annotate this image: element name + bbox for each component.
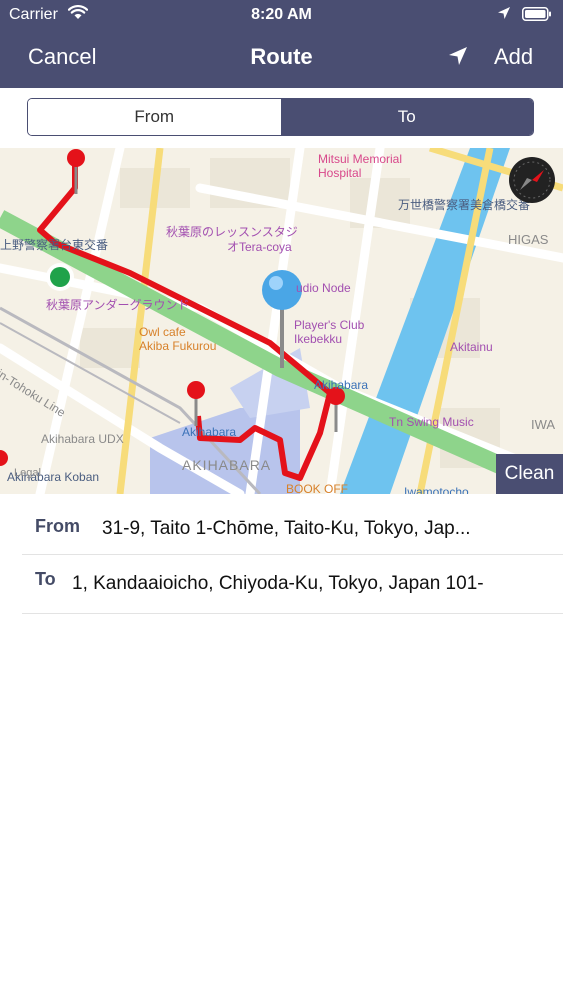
map-label-iwamotocho: Iwamotocho — [404, 485, 469, 494]
compass-icon[interactable] — [508, 156, 556, 204]
map-label-higashi: HIGAS — [508, 232, 549, 247]
map-label-akihabara-small: Akihabara — [182, 425, 237, 439]
map-label-audio-node: udio Node — [296, 281, 351, 295]
location-services-icon — [497, 6, 511, 25]
add-button[interactable]: Add — [494, 44, 533, 70]
map-label-book-off: BOOK OFF — [286, 482, 349, 494]
map-label-underground: 秋葉原アンダーグラウンド — [46, 298, 190, 312]
map-label-owl-cafe: Owl cafe Akiba Fukurou — [139, 325, 217, 353]
segment-from[interactable]: From — [28, 99, 281, 135]
map-label-teracoya: オTera-coya — [227, 240, 292, 254]
clean-button[interactable]: Clean — [496, 454, 563, 494]
navigation-bar: Cancel Route Add — [0, 30, 563, 88]
map-label-swing-music: Tn Swing Music — [389, 415, 474, 429]
map-label-mitsui: Mitsui Memorial Hospital — [318, 152, 403, 180]
status-time: 8:20 AM — [251, 6, 312, 23]
from-address-row[interactable]: From 31-9, Taito 1-Chōme, Taito-Ku, Toky… — [22, 496, 563, 555]
from-address-value: 31-9, Taito 1-Chōme, Taito-Ku, Tokyo, Ja… — [102, 518, 471, 539]
top-bar: Carrier 8:20 AM Cancel Route Add — [0, 0, 563, 88]
status-bar: Carrier 8:20 AM — [0, 0, 563, 30]
route-map[interactable]: Mitsui Memorial Hospital 万世橋警察署美倉橋交番 HIG… — [0, 148, 563, 494]
map-label-akihabara-udx: Akihabara UDX — [41, 432, 124, 446]
map-label-players-club: Player's Club Ikebekku — [294, 318, 365, 346]
map-label-iwa: IWA — [531, 417, 556, 432]
map-label-akihabara-station: Akihabara — [314, 378, 369, 392]
battery-icon — [522, 7, 552, 26]
map-label-police-box: 上野警察署台東交番 — [0, 238, 109, 252]
map-legal-link[interactable]: Legal — [14, 467, 41, 479]
to-address-row[interactable]: To 1, Kandaaioicho, Chiyoda-Ku, Tokyo, J… — [22, 555, 563, 614]
page-title: Route — [250, 44, 313, 69]
map-label-akihabara-district: AKIHABARA — [182, 457, 272, 473]
segment-to[interactable]: To — [280, 99, 533, 135]
from-label: From — [35, 516, 80, 536]
map-label-akitainu: Akitainu — [450, 340, 493, 354]
to-label: To — [35, 569, 56, 589]
from-to-segmented-control: From To — [27, 98, 534, 136]
to-address-value: 1, Kandaaioicho, Chiyoda-Ku, Tokyo, Japa… — [72, 573, 484, 594]
current-location-icon[interactable] — [447, 45, 469, 72]
